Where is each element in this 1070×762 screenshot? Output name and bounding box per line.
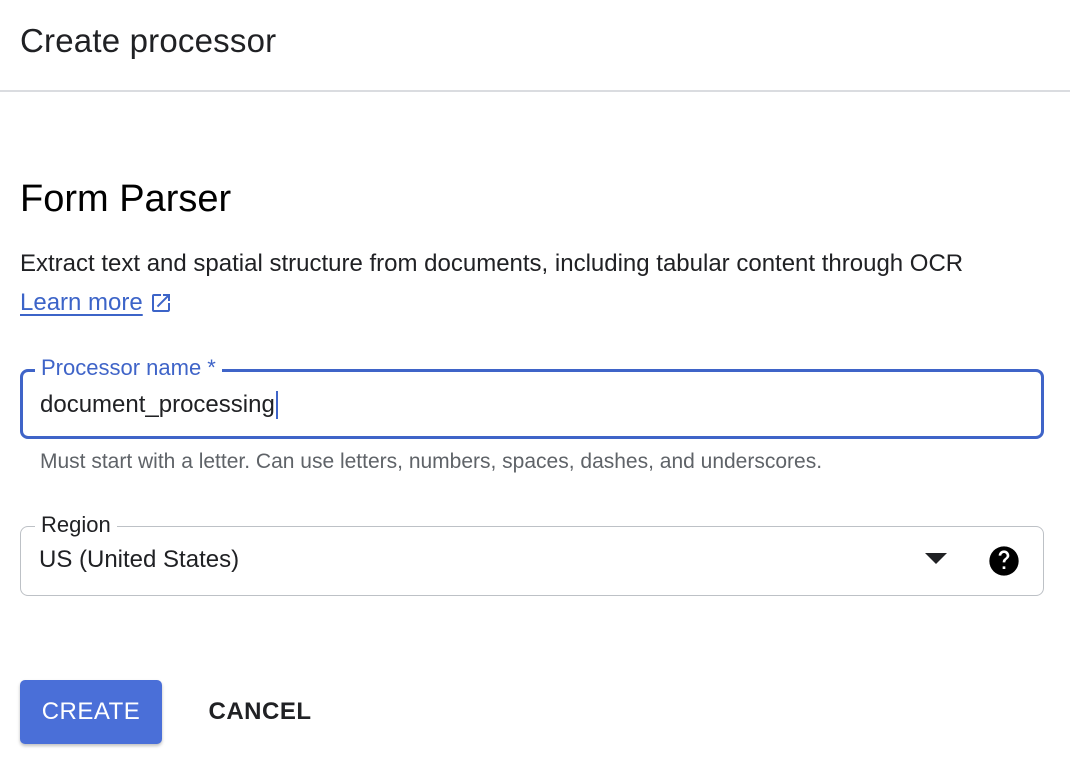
open-in-new-icon [151,294,170,312]
processor-name-value: document_processing [40,391,275,418]
create-button[interactable]: CREATE [20,680,162,744]
dialog-header: Create processor [0,0,1070,92]
region-label: Region [35,512,117,538]
processor-title: Form Parser [20,178,232,220]
processor-name-helper: Must start with a letter. Can use letter… [40,450,823,473]
arrow-drop-down-icon[interactable] [925,553,947,564]
cancel-button[interactable]: CANCEL [196,680,324,744]
processor-name-label: Processor name * [35,355,222,381]
help-icon[interactable] [988,545,1020,577]
dialog-title: Create processor [20,22,277,59]
text-cursor [275,391,278,419]
processor-name-field[interactable]: Processor name * document_processing [20,355,1044,439]
learn-more-link[interactable]: Learn more [20,289,173,317]
learn-more-label: Learn more [20,289,143,316]
region-value: US (United States) [39,546,240,573]
region-select[interactable]: Region US (United States) [20,512,1044,596]
processor-name-input[interactable]: document_processing [40,391,278,419]
processor-description: Extract text and spatial structure from … [20,250,964,277]
